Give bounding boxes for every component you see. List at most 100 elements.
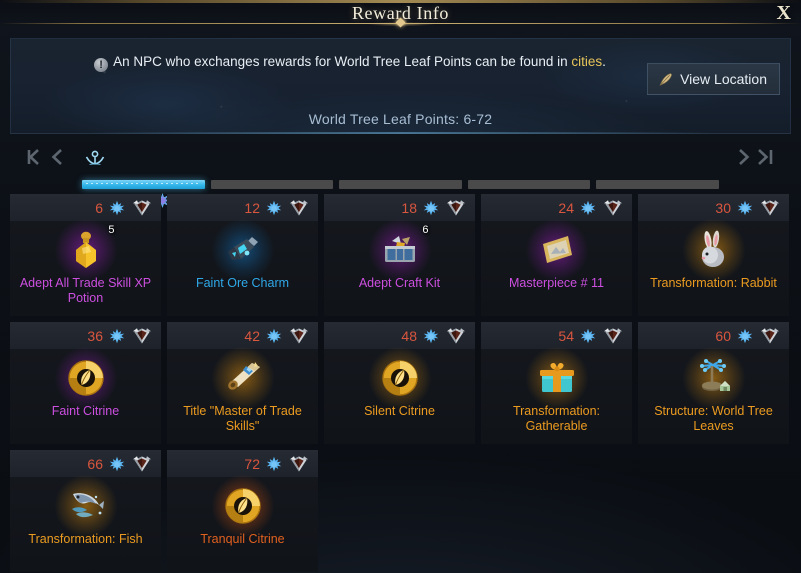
citrine-icon	[381, 359, 419, 397]
rarity-gem-icon	[602, 199, 624, 217]
reward-quantity: 6	[422, 224, 429, 236]
reward-card-header: 30	[638, 194, 789, 221]
notice-highlight: cities	[571, 54, 603, 69]
reward-cost: 12	[244, 199, 260, 216]
reward-card-header: 54	[481, 322, 632, 349]
reward-card-header: 36	[10, 322, 161, 349]
next-page-button[interactable]	[735, 146, 753, 168]
reward-icon-wrap	[682, 219, 745, 281]
leaf-point-icon	[109, 456, 125, 472]
reward-card-body: Masterpiece # 11	[481, 219, 632, 316]
reward-cost: 24	[558, 199, 574, 216]
view-location-label: View Location	[680, 71, 767, 87]
leaf-point-icon	[109, 328, 125, 344]
divider-ornament	[340, 16, 461, 30]
reward-card-header: 60	[638, 322, 789, 349]
reward-cost: 42	[244, 327, 260, 344]
progress-bar-track[interactable]	[82, 180, 719, 189]
leaf-point-icon	[737, 200, 753, 216]
reward-card[interactable]: 36 Faint Citrine	[10, 322, 161, 444]
progress-marker	[82, 148, 222, 170]
reward-card-body: 5 Adept All Trade Skill XP Potion	[10, 219, 161, 316]
notice-text-main: An NPC who exchanges rewards for World T…	[113, 54, 572, 69]
potion-icon	[69, 230, 103, 270]
reward-card[interactable]: 30 Transformation: Rabbit	[638, 194, 789, 316]
progress-segment	[339, 180, 462, 189]
leaf-point-icon	[423, 328, 439, 344]
reward-card[interactable]: 60 Structure: World Tree Leaves	[638, 322, 789, 444]
reward-card-body: Faint Ore Charm	[167, 219, 318, 316]
reward-card-body: Transformation: Gatherable	[481, 347, 632, 444]
view-location-button[interactable]: View Location	[647, 63, 780, 95]
reward-icon-wrap: 5	[54, 219, 117, 281]
reward-card-body: Structure: World Tree Leaves	[638, 347, 789, 444]
reward-card[interactable]: 72 Tranquil Citrine	[167, 450, 318, 572]
leaf-point-icon	[580, 328, 596, 344]
last-page-button[interactable]	[755, 146, 777, 168]
leaf-point-icon	[109, 200, 125, 216]
reward-grid: 6 5 Adept All Trade Skill XP Potion 12 Faint…	[10, 194, 791, 572]
progress-segment	[210, 180, 334, 189]
progress-segment	[596, 180, 719, 189]
reward-icon-wrap	[211, 347, 274, 409]
rarity-gem-icon	[288, 455, 310, 473]
reward-card-header: 66	[10, 450, 161, 477]
reward-cost: 66	[87, 455, 103, 472]
reward-icon-wrap: 6	[368, 219, 431, 281]
points-range-label: World Tree Leaf Points: 6-72	[308, 111, 493, 127]
reward-card-header: 24	[481, 194, 632, 221]
rarity-gem-icon	[759, 199, 781, 217]
reward-cost: 36	[87, 327, 103, 344]
reward-card[interactable]: 48 Silent Citrine	[324, 322, 475, 444]
craft-kit-icon	[380, 233, 420, 267]
progress-segment	[82, 180, 205, 189]
reward-card[interactable]: 54 Transformation: Gatherable	[481, 322, 632, 444]
reward-icon-wrap	[525, 347, 588, 409]
fish-icon	[66, 489, 106, 523]
rarity-gem-icon	[288, 199, 310, 217]
reward-card[interactable]: 42 Title "Master of Trade Skills"	[167, 322, 318, 444]
leaf-point-icon	[737, 328, 753, 344]
rarity-gem-icon	[445, 199, 467, 217]
title-bar: Reward Info X	[0, 0, 801, 30]
world-tree-marker-icon	[82, 148, 222, 170]
notice-text-end: .	[602, 54, 606, 69]
reward-cost: 18	[401, 199, 417, 216]
previous-page-button[interactable]	[48, 146, 66, 168]
reward-card-body: Title "Master of Trade Skills"	[167, 347, 318, 444]
reward-card-header: 42	[167, 322, 318, 349]
reward-card-body: Tranquil Citrine	[167, 475, 318, 572]
reward-card-body: 6 Adept Craft Kit	[324, 219, 475, 316]
reward-card-body: Transformation: Rabbit	[638, 219, 789, 316]
citrine-icon	[67, 359, 105, 397]
reward-card-body: Transformation: Fish	[10, 475, 161, 572]
rarity-gem-icon	[131, 455, 153, 473]
reward-card[interactable]: 6 5 Adept All Trade Skill XP Potion	[10, 194, 161, 316]
reward-cost: 48	[401, 327, 417, 344]
progress-row: 72	[10, 134, 791, 209]
reward-info-window: Reward Info X ! An NPC who exchanges rewa…	[0, 0, 801, 573]
leaf-point-icon	[266, 200, 282, 216]
rabbit-icon	[697, 230, 731, 269]
reward-card[interactable]: 24 Masterpiece # 11	[481, 194, 632, 316]
reward-card-header: 72	[167, 450, 318, 477]
leaf-point-icon	[423, 200, 439, 216]
rarity-gem-icon	[445, 327, 467, 345]
reward-card[interactable]: 18 6 Adept Craft Kit	[324, 194, 475, 316]
reward-card[interactable]: 66 Transformation: Fish	[10, 450, 161, 572]
reward-icon-wrap	[682, 347, 745, 409]
rarity-gem-icon	[759, 327, 781, 345]
reward-quantity: 5	[108, 224, 115, 236]
progress-segment	[467, 180, 591, 189]
gift-box-icon	[538, 361, 576, 395]
quill-icon	[658, 72, 673, 87]
title-divider	[0, 16, 801, 31]
citrine-icon	[224, 487, 262, 525]
rarity-gem-icon	[602, 327, 624, 345]
first-page-button[interactable]	[24, 146, 46, 168]
rarity-gem-icon	[131, 327, 153, 345]
reward-card-body: Silent Citrine	[324, 347, 475, 444]
reward-card[interactable]: 12 Faint Ore Charm	[167, 194, 318, 316]
ore-charm-icon	[223, 233, 263, 267]
leaf-point-icon	[266, 328, 282, 344]
